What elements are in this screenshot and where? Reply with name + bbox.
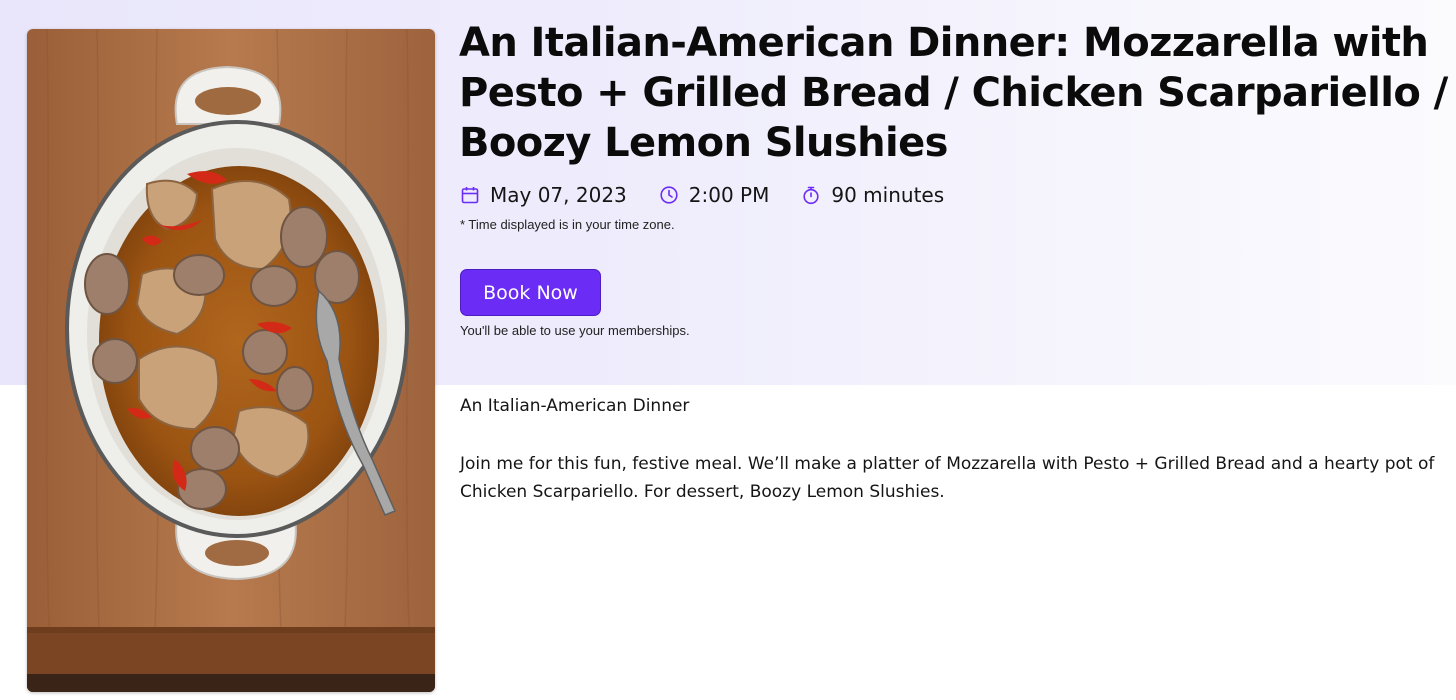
calendar-icon (461, 187, 479, 204)
event-date-text: May 07, 2023 (490, 183, 627, 207)
description-heading: An Italian-American Dinner (460, 396, 690, 416)
event-time: 2:00 PM (659, 183, 770, 207)
description-body: Join me for this fun, festive meal. We’l… (460, 454, 1435, 502)
event-duration-text: 90 minutes (831, 183, 945, 207)
timezone-note: * Time displayed is in your time zone. (460, 217, 675, 232)
event-date: May 07, 2023 (460, 183, 627, 207)
event-time-text: 2:00 PM (688, 183, 770, 207)
membership-note: You'll be able to use your memberships. (460, 323, 690, 338)
clock-icon (660, 186, 678, 204)
book-now-button[interactable]: Book Now (460, 269, 601, 316)
stopwatch-icon (803, 186, 819, 205)
event-photo (27, 29, 435, 692)
event-meta: May 07, 2023 2:00 PM 90 minutes (460, 181, 976, 209)
event-title: An Italian-American Dinner: Mozzarella w… (459, 20, 1448, 166)
event-duration: 90 minutes (801, 183, 944, 207)
